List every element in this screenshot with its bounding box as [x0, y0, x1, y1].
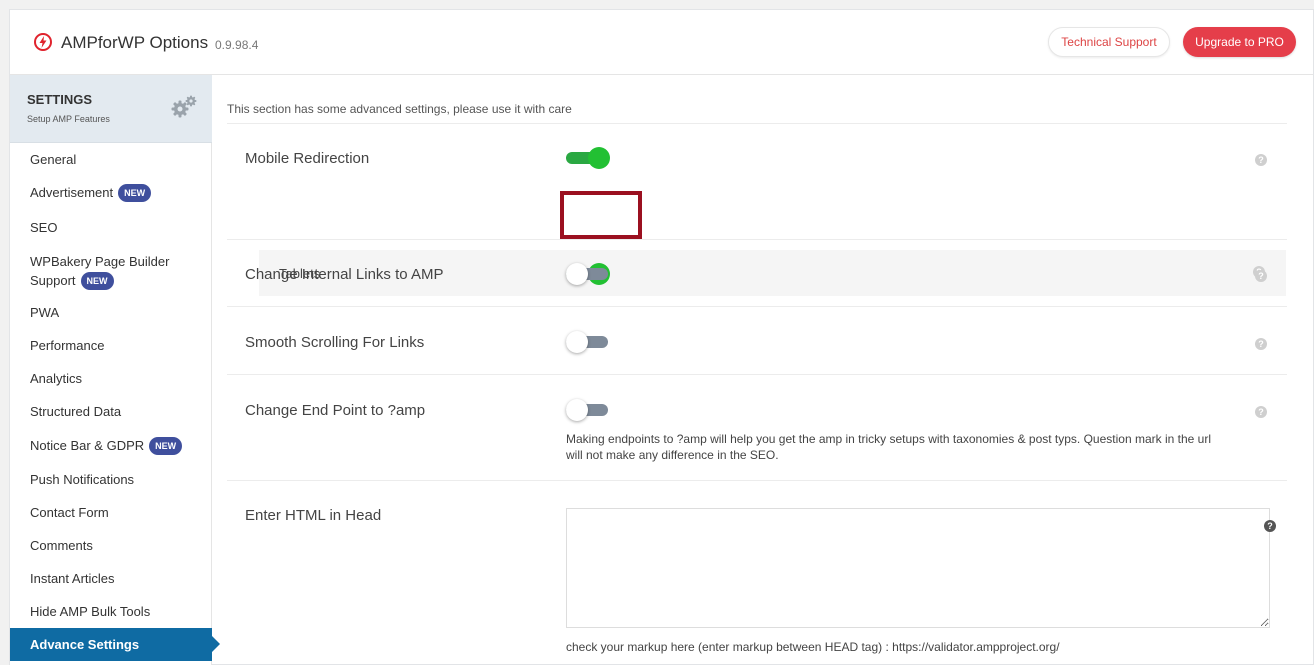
gears-icon — [171, 95, 197, 118]
highlight-box — [560, 191, 642, 239]
html-head-note: check your markup here (enter markup bet… — [566, 640, 1060, 654]
section-description: This section has some advanced settings,… — [227, 102, 572, 116]
new-badge: NEW — [118, 183, 152, 202]
new-badge: NEW — [149, 436, 183, 455]
sidebar-item-advance-settings[interactable]: Advance Settings — [10, 628, 220, 661]
options-panel: AMPforWP Options 0.9.98.4 Technical Supp… — [9, 9, 1314, 665]
sidebar-subtitle: Setup AMP Features — [27, 114, 110, 124]
sidebar-item-wpbakery[interactable]: WPBakery Page Builder Support NEW — [10, 246, 212, 296]
sidebar-item-performance[interactable]: Performance — [10, 329, 212, 362]
sidebar-nav: General Advertisement NEW SEO WPBakery P… — [10, 143, 220, 661]
sidebar: SETTINGS Setup AMP Features General Adve… — [10, 75, 220, 665]
new-badge: NEW — [80, 272, 114, 291]
sidebar-header: SETTINGS Setup AMP Features — [10, 75, 212, 143]
smooth-scrolling-label: Smooth Scrolling For Links — [245, 334, 425, 351]
sidebar-item-structured-data[interactable]: Structured Data — [10, 395, 212, 428]
help-icon[interactable]: ? — [1264, 520, 1276, 532]
main-content: This section has some advanced settings,… — [213, 75, 1314, 665]
help-icon[interactable]: ? — [1255, 338, 1267, 350]
end-point-toggle[interactable] — [566, 398, 610, 422]
help-icon[interactable]: ? — [1255, 270, 1267, 282]
app-version: 0.9.98.4 — [215, 38, 259, 52]
setting-row-mobile-redirection: Mobile Redirection ? Tablets ? — [227, 123, 1287, 296]
sidebar-item-analytics[interactable]: Analytics — [10, 362, 212, 395]
sidebar-item-contact-form[interactable]: Contact Form — [10, 496, 212, 529]
sidebar-item-push-notifications[interactable]: Push Notifications — [10, 463, 212, 496]
sidebar-item-seo[interactable]: SEO — [10, 209, 212, 246]
header: AMPforWP Options 0.9.98.4 Technical Supp… — [10, 10, 1313, 75]
mobile-redirection-toggle[interactable] — [566, 146, 610, 170]
smooth-scrolling-toggle[interactable] — [566, 330, 610, 354]
technical-support-button[interactable]: Technical Support — [1048, 27, 1170, 57]
help-icon[interactable]: ? — [1255, 154, 1267, 166]
sidebar-item-pwa[interactable]: PWA — [10, 296, 212, 329]
sidebar-title: SETTINGS — [27, 92, 93, 107]
end-point-label: Change End Point to ?amp — [245, 402, 426, 419]
upgrade-to-pro-button[interactable]: Upgrade to PRO — [1183, 27, 1296, 57]
sidebar-item-notice-bar-gdpr[interactable]: Notice Bar & GDPR NEW — [10, 428, 212, 463]
help-icon[interactable]: ? — [1255, 406, 1267, 418]
setting-row-smooth-scrolling: Smooth Scrolling For Links ? — [227, 306, 1287, 374]
setting-row-end-point: Change End Point to ?amp ? Making endpoi… — [227, 374, 1287, 480]
sidebar-item-comments[interactable]: Comments — [10, 529, 212, 562]
setting-row-internal-links: Change Internal Links to AMP ? — [227, 239, 1287, 306]
sidebar-item-general[interactable]: General — [10, 143, 212, 176]
internal-links-toggle[interactable] — [566, 262, 610, 286]
html-head-textarea[interactable] — [566, 508, 1270, 628]
mobile-redirection-label: Mobile Redirection — [245, 150, 370, 167]
internal-links-label: Change Internal Links to AMP — [245, 266, 444, 283]
end-point-note: Making endpoints to ?amp will help you g… — [566, 432, 1211, 462]
app-title: AMPforWP Options — [61, 33, 209, 52]
sidebar-item-hide-amp-bulk-tools[interactable]: Hide AMP Bulk Tools — [10, 595, 212, 628]
sidebar-item-instant-articles[interactable]: Instant Articles — [10, 562, 212, 595]
sidebar-item-advertisement[interactable]: Advertisement NEW — [10, 176, 212, 209]
html-head-label: Enter HTML in Head — [245, 507, 382, 524]
ampforwp-logo-icon — [34, 33, 52, 51]
